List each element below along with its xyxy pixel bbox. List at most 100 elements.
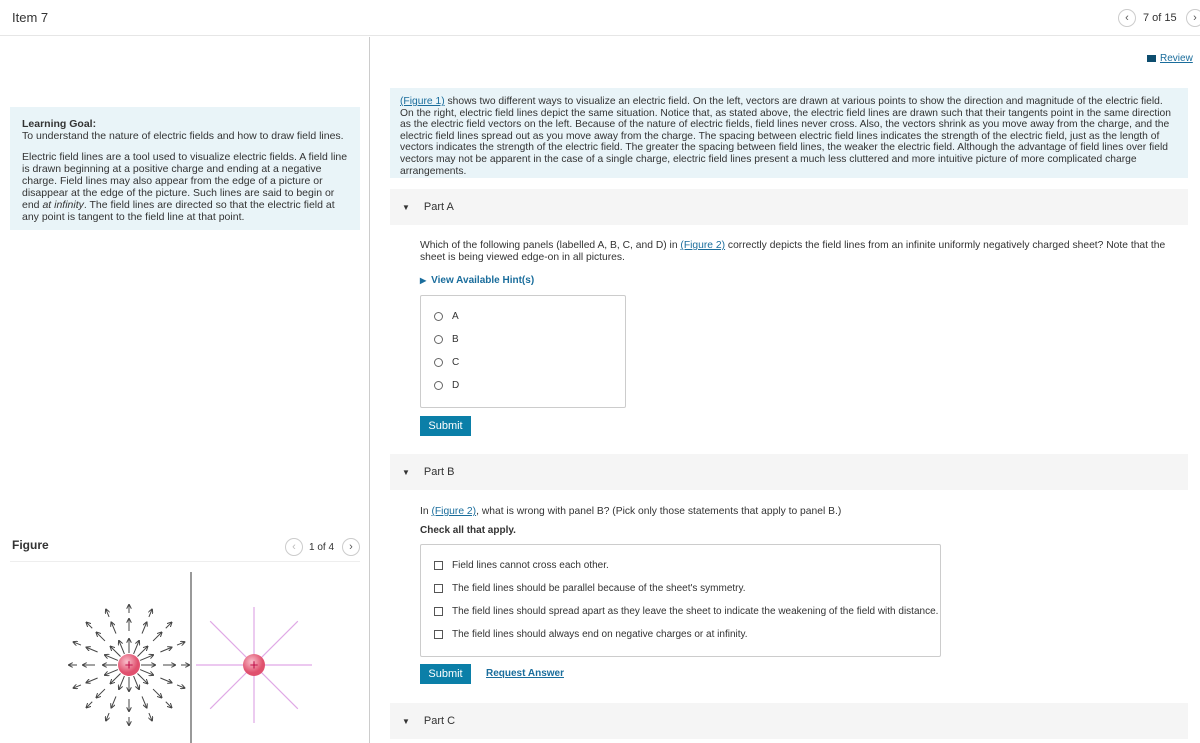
learning-goal-body: Electric field lines are a tool used to … bbox=[22, 151, 348, 223]
field-vector-arrow bbox=[139, 669, 153, 675]
radio-button[interactable] bbox=[434, 312, 443, 321]
field-vector-arrow bbox=[149, 610, 152, 618]
field-vector-arrow bbox=[141, 623, 147, 634]
item-title: Item 7 bbox=[12, 10, 49, 25]
top-bar: Item 7 ‹ 7 of 15 › bbox=[0, 0, 1200, 36]
field-vector-arrow bbox=[165, 701, 172, 708]
field-vector-arrow bbox=[165, 623, 172, 629]
part-b-submit-button[interactable]: Submit bbox=[420, 664, 471, 684]
hint-toggle[interactable]: ▶ View Available Hint(s) bbox=[420, 275, 534, 286]
option-label: The field lines should be parallel becau… bbox=[452, 583, 746, 594]
caret-right-icon: ▶ bbox=[420, 276, 427, 285]
option-label: The field lines should spread apart as t… bbox=[452, 606, 939, 617]
figure-heading: Figure bbox=[12, 538, 49, 552]
option-label: D bbox=[452, 380, 460, 391]
plus-sign: + bbox=[250, 657, 259, 674]
checkbox-option[interactable]: The field lines should spread apart as t… bbox=[421, 600, 940, 623]
field-vector-arrow bbox=[105, 669, 119, 675]
figure-prev-icon[interactable]: ‹ bbox=[285, 538, 303, 556]
field-vector-arrow bbox=[87, 647, 98, 653]
option-C[interactable]: C bbox=[421, 351, 625, 374]
caret-down-icon: ▼ bbox=[402, 202, 410, 212]
chevron-left-icon[interactable]: ‹ bbox=[1118, 9, 1136, 27]
q-text: , what is wrong with panel B? (Pick only… bbox=[476, 506, 842, 517]
option-D[interactable]: D bbox=[421, 374, 625, 397]
part-b-options: Field lines cannot cross each other. The … bbox=[420, 544, 941, 657]
part-b-title: Part B bbox=[423, 466, 455, 478]
field-vector-arrow bbox=[160, 647, 171, 653]
q-text: In bbox=[420, 506, 432, 517]
option-B[interactable]: B bbox=[421, 328, 625, 351]
option-label: C bbox=[452, 357, 460, 368]
checkbox-option[interactable]: The field lines should be parallel becau… bbox=[421, 577, 940, 600]
item-pagination: 7 of 15 bbox=[1143, 12, 1177, 24]
field-vector-arrow bbox=[106, 610, 109, 618]
book-icon bbox=[1147, 55, 1156, 62]
figure-1-link[interactable]: (Figure 1) bbox=[400, 96, 445, 107]
field-vector-arrow bbox=[96, 632, 106, 642]
field-vector-arrow bbox=[111, 696, 117, 707]
part-b-header[interactable]: ▼ Part B bbox=[390, 454, 1188, 490]
part-a-header[interactable]: ▼ Part A bbox=[390, 189, 1188, 225]
part-c-header[interactable]: ▼ Part C bbox=[390, 703, 1188, 739]
field-vector-arrow bbox=[87, 677, 98, 683]
learning-goal-text: To understand the nature of electric fie… bbox=[22, 130, 344, 142]
field-vector-arrow bbox=[74, 642, 82, 645]
field-vector-arrow bbox=[74, 685, 82, 688]
part-c-title: Part C bbox=[423, 715, 456, 727]
radio-button[interactable] bbox=[434, 335, 443, 344]
field-vector-arrow bbox=[176, 642, 184, 645]
review-label[interactable]: Review bbox=[1160, 53, 1193, 64]
field-vector-arrow bbox=[137, 647, 147, 657]
option-label: B bbox=[452, 334, 459, 345]
checkbox[interactable] bbox=[434, 607, 443, 616]
figure-next-icon[interactable]: › bbox=[342, 538, 360, 556]
learning-goal-heading: Learning Goal: bbox=[22, 118, 97, 130]
figure-2-link[interactable]: (Figure 2) bbox=[431, 506, 476, 517]
hint-label: View Available Hint(s) bbox=[431, 275, 535, 286]
learning-goal-box: Learning Goal: To understand the nature o… bbox=[10, 107, 360, 230]
intro-text: shows two different ways to visualize an… bbox=[400, 96, 1171, 177]
part-a-question: Which of the following panels (labelled … bbox=[420, 240, 1190, 264]
radio-button[interactable] bbox=[434, 358, 443, 367]
checkbox-option[interactable]: The field lines should always end on neg… bbox=[421, 623, 940, 646]
field-vector-arrow bbox=[87, 623, 93, 629]
review-link[interactable]: Review bbox=[1147, 53, 1193, 64]
body-emphasis: at infinity bbox=[42, 199, 84, 211]
checkbox[interactable] bbox=[434, 561, 443, 570]
checkbox[interactable] bbox=[434, 630, 443, 639]
field-vector-arrow bbox=[106, 712, 109, 720]
field-vector-arrow bbox=[139, 655, 153, 661]
checkbox-option[interactable]: Field lines cannot cross each other. bbox=[421, 554, 940, 577]
option-label: A bbox=[452, 311, 459, 322]
part-a-options: A B C D bbox=[420, 295, 626, 408]
field-vector-arrow bbox=[133, 641, 139, 655]
part-a-title: Part A bbox=[423, 201, 454, 213]
request-answer-link[interactable]: Request Answer bbox=[486, 668, 564, 679]
figure-2-link[interactable]: (Figure 2) bbox=[680, 240, 725, 251]
field-vector-arrow bbox=[87, 701, 93, 708]
field-vector-arrow bbox=[149, 712, 152, 720]
plus-sign: + bbox=[125, 657, 134, 674]
field-vector-arrow bbox=[176, 685, 184, 688]
field-vector-arrow bbox=[96, 688, 106, 697]
radio-button[interactable] bbox=[434, 381, 443, 390]
checkbox[interactable] bbox=[434, 584, 443, 593]
caret-down-icon: ▼ bbox=[402, 716, 410, 726]
figure-pagination: 1 of 4 bbox=[309, 542, 335, 553]
field-vector-arrow bbox=[111, 673, 121, 683]
field-vector-arrow bbox=[152, 632, 161, 642]
chevron-right-icon[interactable]: › bbox=[1186, 9, 1200, 27]
field-vector-arrow bbox=[152, 688, 161, 697]
part-b-question: In (Figure 2), what is wrong with panel … bbox=[420, 506, 1190, 518]
field-vector-arrow bbox=[111, 623, 117, 634]
part-a-submit-button[interactable]: Submit bbox=[420, 416, 471, 436]
field-vector-arrow bbox=[141, 696, 147, 707]
figure-image: + + bbox=[0, 572, 312, 743]
field-vector-arrow bbox=[111, 647, 121, 657]
field-vector-arrow bbox=[119, 641, 125, 655]
caret-down-icon: ▼ bbox=[402, 467, 410, 477]
intro-box: (Figure 1) shows two different ways to v… bbox=[390, 88, 1188, 178]
q-text: Which of the following panels (labelled … bbox=[420, 240, 681, 251]
option-A[interactable]: A bbox=[421, 305, 625, 328]
